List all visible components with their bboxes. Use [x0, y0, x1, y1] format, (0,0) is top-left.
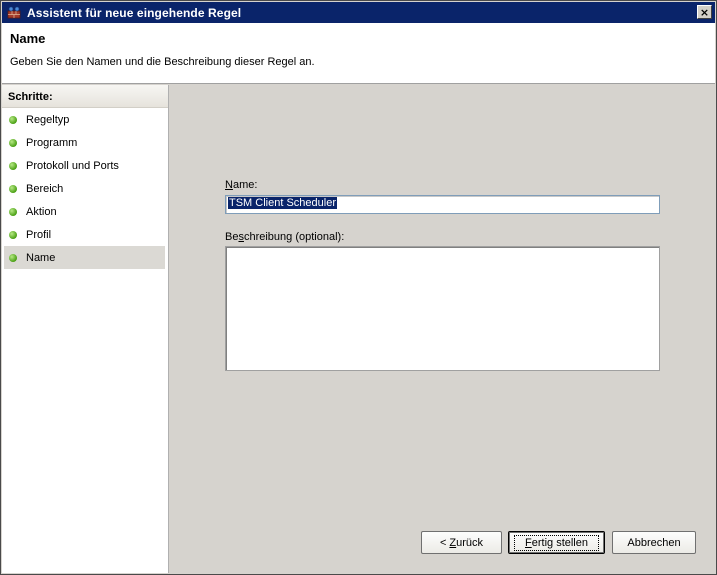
wizard-window: Assistent für neue eingehende Regel × Na… [0, 0, 717, 575]
description-label-text: chreibung (optional): [243, 231, 345, 243]
wizard-content: Name: TSM Client Scheduler Beschreibung … [169, 85, 715, 573]
name-label-accelerator: N [225, 179, 233, 191]
page-title: Name [10, 31, 46, 46]
finish-button-label: ertig stellen [531, 536, 588, 549]
step-complete-icon [9, 208, 17, 216]
back-button-prefix: < [439, 536, 450, 549]
steps-list: Regeltyp Programm Protokoll und Ports Be… [2, 108, 168, 269]
name-label: Name: [225, 179, 257, 191]
title-bar[interactable]: Assistent für neue eingehende Regel × [2, 2, 715, 23]
name-input-value: TSM Client Scheduler [228, 197, 337, 209]
step-complete-icon [9, 185, 17, 193]
back-button-accelerator: Z [449, 536, 457, 549]
description-label-prefix: Be [225, 231, 239, 243]
step-label: Protokoll und Ports [26, 159, 119, 172]
step-regeltyp[interactable]: Regeltyp [4, 108, 165, 131]
step-current-icon [9, 254, 17, 262]
name-label-text: ame: [232, 179, 258, 191]
step-complete-icon [9, 162, 17, 170]
wizard-header: Name Geben Sie den Namen und die Beschre… [2, 23, 715, 84]
finish-button-focus: Fertig stellen [514, 534, 599, 551]
step-bereich[interactable]: Bereich [4, 177, 165, 200]
step-programm[interactable]: Programm [4, 131, 165, 154]
step-complete-icon [9, 139, 17, 147]
close-button[interactable]: × [697, 5, 712, 19]
step-name-current[interactable]: Name [4, 246, 165, 269]
cancel-button[interactable]: Abbrechen [612, 531, 696, 554]
step-protokoll-und-ports[interactable]: Protokoll und Ports [4, 154, 165, 177]
firewall-icon [6, 6, 22, 20]
steps-sidebar: Schritte: Regeltyp Programm Protokoll un… [2, 85, 169, 573]
step-label: Aktion [26, 205, 57, 218]
step-complete-icon [9, 231, 17, 239]
back-button[interactable]: < Zurück [421, 531, 502, 554]
window-title: Assistent für neue eingehende Regel [27, 5, 242, 20]
step-profil[interactable]: Profil [4, 223, 165, 246]
step-aktion[interactable]: Aktion [4, 200, 165, 223]
step-label: Bereich [26, 182, 64, 195]
step-label: Regeltyp [26, 113, 70, 126]
description-label: Beschreibung (optional): [225, 231, 344, 243]
name-input[interactable]: TSM Client Scheduler [225, 195, 660, 214]
steps-heading: Schritte: [2, 85, 168, 108]
description-textarea[interactable] [225, 246, 660, 371]
page-description: Geben Sie den Namen und die Beschreibung… [10, 56, 315, 68]
finish-button-accelerator: F [525, 536, 532, 549]
finish-button[interactable]: Fertig stellen [508, 531, 605, 554]
step-complete-icon [9, 116, 17, 124]
step-label: Programm [26, 136, 78, 149]
step-label: Profil [26, 228, 52, 241]
step-label: Name [26, 251, 56, 264]
back-button-label: urück [456, 536, 484, 549]
